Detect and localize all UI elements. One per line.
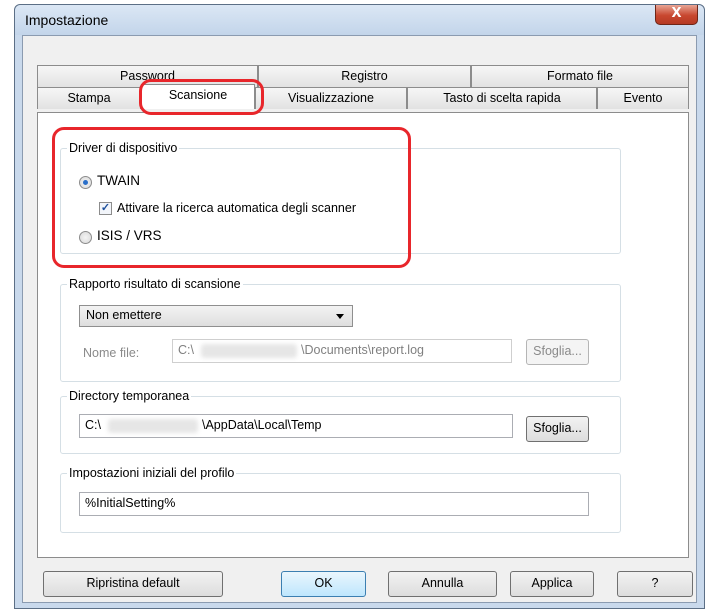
dialog-title: Impostazione <box>25 12 109 28</box>
report-output-value: Non emettere <box>86 308 162 322</box>
tempdir-browse-button[interactable]: Sfoglia... <box>526 416 589 442</box>
redacted-username <box>201 344 297 358</box>
reset-default-button[interactable]: Ripristina default <box>43 571 223 597</box>
chevron-down-icon <box>336 314 344 319</box>
cancel-button[interactable]: Annulla <box>388 571 497 597</box>
report-browse-button[interactable]: Sfoglia... <box>526 339 589 365</box>
tab-evento[interactable]: Evento <box>597 87 689 109</box>
report-group: Rapporto risultato di scansione Non emet… <box>60 277 621 382</box>
scan-tab-highlight <box>139 79 264 115</box>
help-button[interactable]: ? <box>617 571 693 597</box>
close-icon: X <box>671 6 682 21</box>
ok-button[interactable]: OK <box>281 571 366 597</box>
tab-tasto-scelta-rapida[interactable]: Tasto di scelta rapida <box>407 87 597 109</box>
tab-formato-file[interactable]: Formato file <box>471 65 689 87</box>
title-bar[interactable]: Impostazione X <box>15 5 704 35</box>
profile-field[interactable]: %InitialSetting% <box>79 492 589 516</box>
report-file-suffix: \Documents\report.log <box>301 343 424 357</box>
report-file-prefix: C:\ <box>178 343 194 357</box>
tempdir-prefix: C:\ <box>85 418 101 432</box>
tempdir-field[interactable]: C:\ \AppData\Local\Temp <box>79 414 513 438</box>
tempdir-group: Directory temporanea C:\ \AppData\Local\… <box>60 389 621 454</box>
report-legend: Rapporto risultato di scansione <box>67 277 243 291</box>
apply-button[interactable]: Applica <box>510 571 594 597</box>
tab-stampa[interactable]: Stampa <box>37 87 141 109</box>
settings-dialog: Impostazione X Password Registro Formato… <box>14 4 705 609</box>
profile-value: %InitialSetting% <box>85 496 176 510</box>
profile-legend: Impostazioni iniziali del profilo <box>67 466 237 480</box>
tempdir-legend: Directory temporanea <box>67 389 192 403</box>
report-file-field[interactable]: C:\ \Documents\report.log <box>172 339 512 363</box>
tempdir-suffix: \AppData\Local\Temp <box>202 418 322 432</box>
redacted-username <box>108 419 198 433</box>
report-output-select[interactable]: Non emettere <box>79 305 353 327</box>
close-button[interactable]: X <box>655 5 698 25</box>
file-name-label: Nome file: <box>83 346 140 360</box>
driver-group-highlight <box>52 127 411 268</box>
tab-visualizzazione[interactable]: Visualizzazione <box>255 87 407 109</box>
tab-registro[interactable]: Registro <box>258 65 471 87</box>
profile-group: Impostazioni iniziali del profilo %Initi… <box>60 466 621 533</box>
dialog-client-area: Password Registro Formato file Stampa Sc… <box>22 35 697 603</box>
